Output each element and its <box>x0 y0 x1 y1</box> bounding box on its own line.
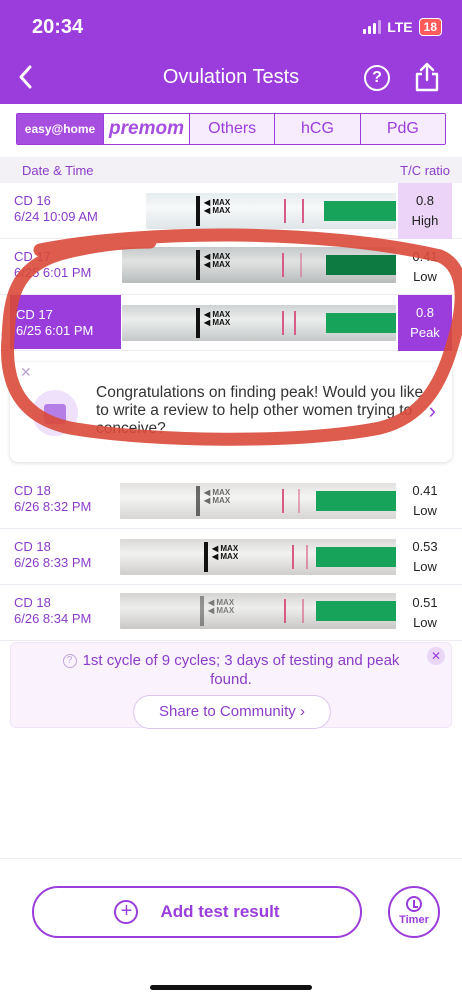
test-datetime: 6/26 8:34 PM <box>14 611 92 626</box>
ratio-value: 0.8 <box>415 305 435 320</box>
test-datetime: 6/25 6:01 PM <box>16 323 94 338</box>
ratio-level: Low <box>413 615 437 630</box>
status-time: 20:34 <box>32 16 84 38</box>
review-prompt-card[interactable]: ✕ Congratulations on finding peak! Would… <box>10 362 452 462</box>
test-row[interactable]: CD 18 6/26 8:32 PM ◀ MAX ◀ MAX 0.41 Low <box>0 473 462 529</box>
signal-icon <box>363 20 382 34</box>
row-date: CD 16 6/24 10:09 AM <box>14 193 98 225</box>
review-prompt-text: Congratulations on finding peak! Would y… <box>96 384 424 437</box>
share-button[interactable] <box>414 62 440 92</box>
ratio-level: Low <box>413 269 437 284</box>
test-datetime: 6/24 10:09 AM <box>14 209 98 224</box>
tc-ratio: 0.41 Low <box>398 239 452 295</box>
row-date: CD 17 6/25 6:01 PM <box>14 249 91 281</box>
app-header: 20:34 LTE 18 Ovulation Tests ? <box>0 0 462 104</box>
ratio-level: Peak <box>410 325 440 340</box>
ratio-value: 0.41 <box>412 483 438 498</box>
test-row[interactable]: CD 17 6/25 6:01 PM ◀ MAX ◀ MAX 0.41 Low <box>0 239 462 295</box>
test-strip-image: ◀ MAX ◀ MAX <box>120 539 396 575</box>
ratio-value: 0.53 <box>412 539 438 554</box>
test-strip-image: ◀ MAX ◀ MAX <box>122 247 396 283</box>
cycle-day: CD 18 <box>14 595 51 610</box>
tab-premom[interactable]: premom <box>103 114 189 144</box>
test-strip-image: ◀ MAX ◀ MAX <box>122 305 396 341</box>
review-icon <box>32 390 78 436</box>
tc-ratio: 0.53 Low <box>398 529 452 585</box>
test-datetime: 6/26 8:32 PM <box>14 499 92 514</box>
cycle-summary-card: ✕ ? 1st cycle of 9 cycles; 3 days of test… <box>10 642 452 729</box>
strip-max-label: ◀ MAX ◀ MAX <box>204 198 231 215</box>
network-label: LTE <box>387 19 413 35</box>
row-date: CD 18 6/26 8:32 PM <box>14 483 91 515</box>
test-row-selected[interactable]: CD 17 6/25 6:01 PM ◀ MAX ◀ MAX 0.8 Peak <box>0 295 462 351</box>
ratio-level: Low <box>413 503 437 518</box>
tab-pdg[interactable]: PdG <box>359 114 445 144</box>
test-row[interactable]: CD 18 6/26 8:33 PM ◀ MAX ◀ MAX 0.53 Low <box>0 529 462 585</box>
test-datetime: 6/25 6:01 PM <box>14 265 92 280</box>
tc-ratio: 0.41 Low <box>398 473 452 529</box>
tab-easy-home[interactable]: easy@home <box>17 114 103 144</box>
strip-max-label: ◀ MAX ◀ MAX <box>212 544 239 561</box>
cycle-day: CD 18 <box>14 483 51 498</box>
ratio-value: 0.51 <box>412 595 438 610</box>
cycle-summary-text: ? 1st cycle of 9 cycles; 3 days of testin… <box>11 651 451 689</box>
strip-max-label: ◀ MAX ◀ MAX <box>204 252 231 269</box>
test-row[interactable]: CD 18 6/26 8:34 PM ◀ MAX ◀ MAX 0.51 Low <box>0 585 462 641</box>
chevron-right-icon: › <box>299 703 305 720</box>
cycle-day: CD 17 <box>14 249 51 264</box>
help-icon: ? <box>62 654 77 669</box>
cycle-day: CD 16 <box>14 193 51 208</box>
page-title: Ovulation Tests <box>162 66 300 88</box>
test-datetime: 6/26 8:33 PM <box>14 555 92 570</box>
ratio-value: 0.8 <box>415 193 435 208</box>
app-screen: 20:34 LTE 18 Ovulation Tests ? easy@home… <box>0 0 462 1000</box>
timer-button[interactable]: Timer <box>388 886 440 938</box>
divider <box>0 858 462 859</box>
date-time-column-label: Date & Time <box>22 162 94 178</box>
share-icon <box>415 62 439 92</box>
ratio-value: 0.41 <box>412 249 438 264</box>
strip-max-label: ◀ MAX ◀ MAX <box>208 598 235 615</box>
tc-ratio: 0.8 High <box>398 183 452 239</box>
row-date: CD 18 6/26 8:33 PM <box>14 539 91 571</box>
test-strip-image: ◀ MAX ◀ MAX <box>120 593 396 629</box>
help-button[interactable]: ? <box>364 65 390 91</box>
chevron-right-icon[interactable]: › <box>429 398 436 424</box>
ratio-level: High <box>411 213 439 228</box>
cycle-day: CD 17 <box>16 307 53 322</box>
tc-ratio: 0.8 Peak <box>398 295 452 351</box>
strip-max-label: ◀ MAX ◀ MAX <box>204 310 231 327</box>
share-to-community-button[interactable]: Share to Community › <box>133 695 331 729</box>
strip-max-label: ◀ MAX ◀ MAX <box>204 488 231 505</box>
tab-hcg[interactable]: hCG <box>274 114 360 144</box>
list-header: Date & Time T/C ratio <box>0 157 462 183</box>
brand-tabs: easy@home premom Others hCG PdG <box>16 113 446 145</box>
timer-label: Timer <box>399 914 429 926</box>
plus-icon: + <box>114 900 139 924</box>
clock-icon <box>406 896 422 912</box>
test-strip-image: ◀ MAX ◀ MAX <box>146 193 396 229</box>
row-date: CD 17 6/25 6:01 PM <box>10 295 121 349</box>
row-date: CD 18 6/26 8:34 PM <box>14 595 91 627</box>
test-row[interactable]: CD 16 6/24 10:09 AM ◀ MAX ◀ MAX 0.8 High <box>0 183 462 239</box>
battery-icon: 18 <box>418 18 442 36</box>
status-indicators: LTE 18 <box>363 18 442 36</box>
tab-others[interactable]: Others <box>189 114 275 144</box>
cycle-day: CD 18 <box>14 539 51 554</box>
test-strip-image: ◀ MAX ◀ MAX <box>120 483 396 519</box>
add-test-result-label: Add test result <box>160 902 280 921</box>
home-indicator <box>150 985 312 990</box>
tc-ratio-column-label: T/C ratio <box>400 162 450 178</box>
tc-ratio: 0.51 Low <box>398 585 452 641</box>
ratio-level: Low <box>413 559 437 574</box>
add-test-result-button[interactable]: + Add test result <box>32 886 362 938</box>
close-icon[interactable]: ✕ <box>20 364 32 381</box>
